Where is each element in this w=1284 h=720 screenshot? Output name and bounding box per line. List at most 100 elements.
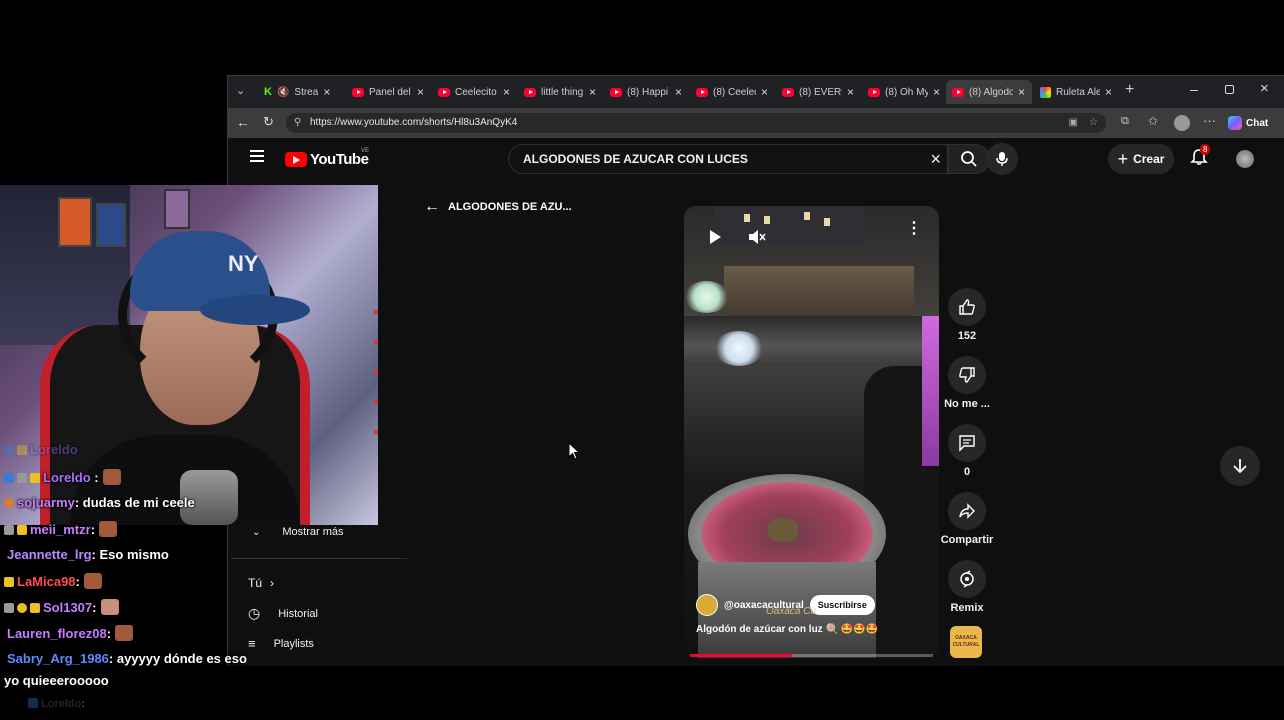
chat-text: : ayyyyy dónde es eso: [108, 651, 247, 666]
emote-icon: [102, 469, 121, 485]
chat-message: meii_mtzr:: [4, 521, 118, 537]
youtube-favicon-icon: [524, 87, 536, 97]
progress-track[interactable]: [690, 654, 933, 657]
tab-oh-my[interactable]: (8) Oh My ×: [862, 80, 946, 104]
close-tab-icon[interactable]: ×: [847, 85, 854, 99]
emote-icon: [100, 599, 119, 615]
channel-thumbnail[interactable]: OAXACA CULTURAL: [950, 626, 982, 658]
close-tab-icon[interactable]: ×: [933, 85, 940, 99]
video-watermark: Oaxaca Cu: [766, 606, 817, 617]
chat-message: LaMica98:: [4, 573, 102, 589]
close-tab-icon[interactable]: ×: [503, 85, 510, 99]
chat-message: sojuarmy: dudas de mi ceele: [4, 495, 195, 510]
chat-text: :: [92, 600, 97, 615]
tab-algodones-active[interactable]: (8) Algodo ×: [946, 80, 1032, 104]
reader-icon[interactable]: ▣: [1069, 113, 1078, 133]
extensions-icon[interactable]: ⧉: [1121, 115, 1129, 128]
close-window-icon[interactable]: ×: [1260, 80, 1269, 97]
badge-icon: [4, 445, 14, 455]
play-icon: [710, 230, 721, 244]
tab-ceelec[interactable]: (8) Ceelec ×: [690, 80, 774, 104]
youtube-favicon-icon: [696, 87, 708, 97]
reload-icon[interactable]: ↻: [263, 114, 274, 130]
like-button[interactable]: [948, 288, 986, 326]
share-button[interactable]: [948, 492, 986, 530]
comments-button[interactable]: [948, 424, 986, 462]
search-input[interactable]: ALGODONES DE AZUCAR CON LUCES ×: [508, 144, 948, 174]
tab-list-chevron-icon[interactable]: ⌄: [236, 84, 245, 97]
create-button[interactable]: + Crear: [1108, 144, 1174, 174]
close-tab-icon[interactable]: ×: [1018, 85, 1025, 99]
comment-count: 0: [963, 466, 971, 478]
lit-window: [824, 218, 830, 226]
close-tab-icon[interactable]: ×: [589, 85, 596, 99]
play-button[interactable]: [700, 222, 730, 252]
url-field[interactable]: ⚲ https://www.youtube.com/shorts/Hl8u3An…: [286, 113, 1106, 133]
more-options-icon[interactable]: ⋮: [906, 221, 922, 237]
tab-stream[interactable]: K 🔇 Strea ×: [258, 80, 342, 104]
voice-search-button[interactable]: [986, 143, 1018, 175]
share-label: Compartir: [940, 534, 994, 546]
clear-search-icon[interactable]: ×: [930, 145, 941, 173]
back-arrow-icon[interactable]: ←: [236, 114, 250, 130]
close-tab-icon[interactable]: ×: [417, 85, 424, 99]
more-menu-icon[interactable]: ···: [1203, 113, 1216, 128]
hamburger-menu-icon[interactable]: [250, 150, 264, 162]
tab-ceelecito[interactable]: Ceelecito ×: [432, 80, 516, 104]
new-tab-icon[interactable]: +: [1125, 81, 1134, 99]
chat-text: :: [106, 626, 112, 641]
chat-text: : Eso mismo: [91, 547, 169, 562]
youtube-favicon-icon: [352, 87, 364, 97]
restore-icon[interactable]: [1225, 85, 1234, 94]
tab-little-thing[interactable]: little thing ×: [518, 80, 602, 104]
tab-label: Ruleta Ale: [1056, 86, 1100, 98]
close-tab-icon[interactable]: ×: [675, 85, 682, 99]
chat-text: :: [75, 574, 80, 589]
minimize-icon[interactable]: –: [1190, 81, 1198, 97]
arrow-down-icon: [1233, 459, 1247, 474]
chat-text: : dudas de mi ceele: [74, 495, 195, 510]
back-arrow-icon: ←: [424, 198, 440, 215]
short-title-text: ALGODONES DE AZU...: [448, 201, 572, 213]
search-button[interactable]: [948, 144, 990, 174]
favorites-icon[interactable]: ✩: [1148, 114, 1158, 128]
channel-avatar[interactable]: [696, 594, 718, 616]
short-video-player[interactable]: ⋮ @oaxacacultural Suscribirse Oaxaca Cu …: [684, 206, 939, 658]
close-tab-icon[interactable]: ×: [323, 85, 330, 99]
favorite-star-icon[interactable]: ☆: [1089, 113, 1098, 133]
channel-thumbnail-text: OAXACA CULTURAL: [952, 635, 980, 648]
chat-message: Loreldo:: [28, 698, 85, 710]
chat-username: LaMica98: [17, 574, 76, 589]
chat-message-continued: yo quieeerooooo: [4, 673, 109, 688]
verified-badge-icon: [28, 698, 38, 708]
mic-badge-icon: [4, 525, 14, 535]
back-to-results[interactable]: ← ALGODONES DE AZU...: [424, 198, 572, 216]
dislike-button[interactable]: [948, 356, 986, 394]
profile-avatar[interactable]: [1174, 115, 1190, 131]
background-building: [714, 206, 864, 246]
close-tab-icon[interactable]: ×: [1105, 85, 1112, 99]
mic-badge-icon: [17, 473, 27, 483]
chat-username: meii_mtzr: [30, 522, 91, 537]
chat-message: Loreldo :: [4, 469, 121, 485]
tab-strip: ⌄ K 🔇 Strea × Panel del × Ceelecito × li…: [228, 76, 1284, 108]
subscribe-button[interactable]: Suscribirse: [809, 595, 875, 615]
tab-ruleta[interactable]: Ruleta Ale ×: [1034, 80, 1118, 104]
volume-button[interactable]: [742, 222, 772, 252]
tab-happi[interactable]: (8) Happi ×: [604, 80, 688, 104]
chat-label: Chat: [1246, 117, 1269, 129]
country-badge: VE: [361, 148, 370, 154]
tab-panel[interactable]: Panel del ×: [346, 80, 430, 104]
plus-icon: +: [1117, 149, 1129, 169]
next-short-button[interactable]: [1220, 446, 1260, 486]
account-avatar[interactable]: [1236, 150, 1254, 168]
tab-label: (8) EVERG: [799, 86, 842, 98]
close-tab-icon[interactable]: ×: [761, 85, 768, 99]
youtube-logo[interactable]: YouTube VE: [285, 148, 375, 170]
notifications-button[interactable]: 8: [1190, 144, 1212, 170]
remix-button[interactable]: [948, 560, 986, 598]
copilot-chat-button[interactable]: Chat: [1228, 113, 1268, 133]
comment-icon: [959, 435, 975, 452]
site-info-icon[interactable]: ⚲: [294, 113, 301, 133]
tab-everg[interactable]: (8) EVERG ×: [776, 80, 860, 104]
